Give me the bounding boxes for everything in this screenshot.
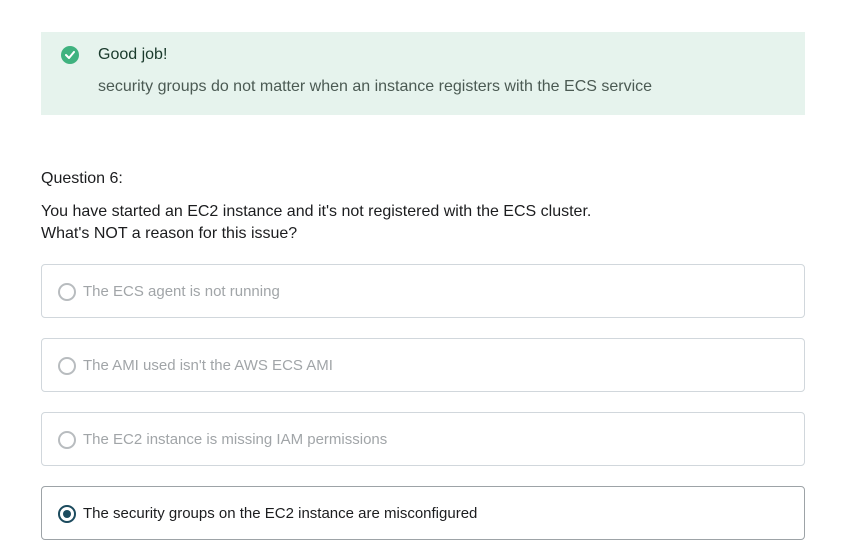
question-prompt: You have started an EC2 instance and it'… — [41, 201, 591, 245]
answer-option-label: The ECS agent is not running — [83, 283, 280, 300]
radio-button[interactable] — [58, 283, 76, 301]
answer-option-label: The AMI used isn't the AWS ECS AMI — [83, 357, 333, 374]
check-circle-icon — [61, 46, 79, 64]
radio-dot — [63, 510, 71, 518]
answer-option-label: The security groups on the EC2 instance … — [83, 505, 478, 522]
answer-option-4[interactable]: The security groups on the EC2 instance … — [41, 486, 805, 540]
feedback-title: Good job! — [98, 46, 168, 63]
radio-button[interactable] — [58, 357, 76, 375]
question-number: Question 6: — [41, 170, 123, 187]
answer-option-label: The EC2 instance is missing IAM permissi… — [83, 431, 388, 448]
question-line: What's NOT a reason for this issue? — [41, 225, 298, 242]
answer-option-2[interactable]: The AMI used isn't the AWS ECS AMI — [41, 338, 805, 392]
answer-option-1[interactable]: The ECS agent is not running — [41, 264, 805, 318]
radio-button-selected[interactable] — [58, 505, 76, 523]
question-line: You have started an EC2 instance and it'… — [41, 203, 592, 220]
answer-option-3[interactable]: The EC2 instance is missing IAM permissi… — [41, 412, 805, 466]
feedback-banner: Good job! security groups do not matter … — [41, 32, 805, 115]
feedback-message: security groups do not matter when an in… — [98, 78, 653, 95]
radio-button[interactable] — [58, 431, 76, 449]
